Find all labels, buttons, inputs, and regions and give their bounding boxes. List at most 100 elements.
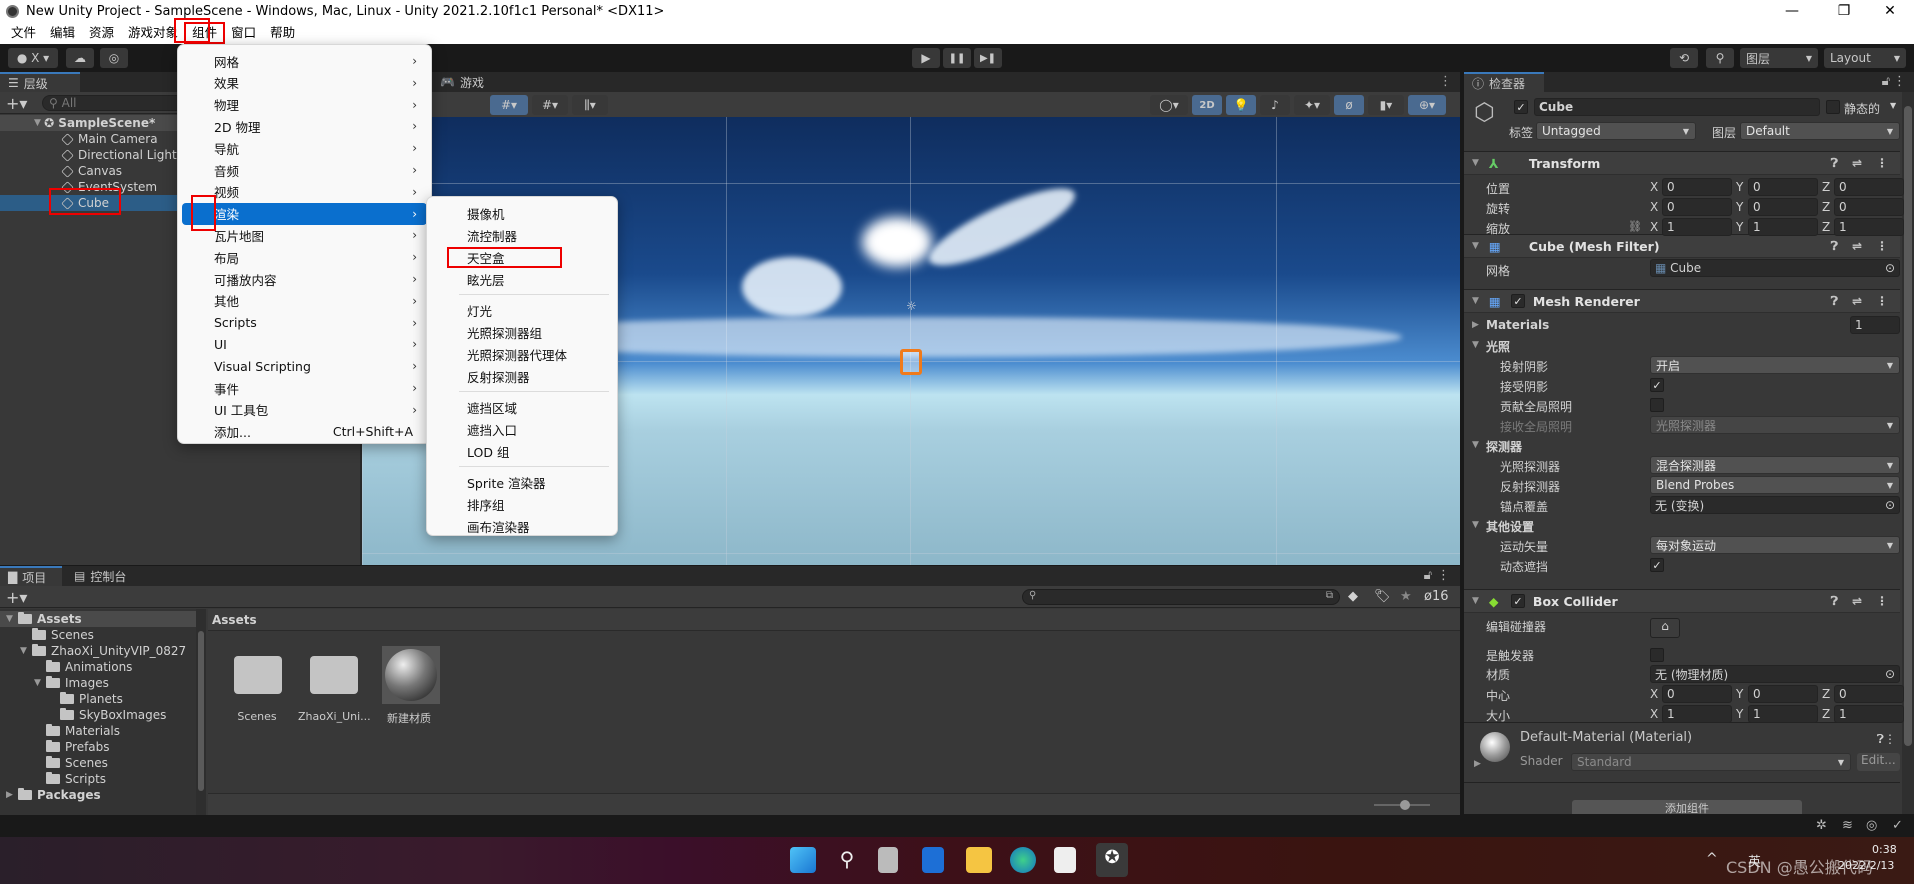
object-picker-icon[interactable]: ⊙: [1885, 261, 1895, 275]
shader-edit-button[interactable]: Edit...: [1857, 753, 1900, 771]
more-icon[interactable]: ⋮: [1876, 156, 1888, 171]
project-tree-item[interactable]: ▼ Assets: [0, 611, 196, 627]
minimize-button[interactable]: —: [1770, 0, 1814, 22]
breadcrumb[interactable]: Assets: [208, 609, 1460, 631]
settings-icon[interactable]: ⇌: [1852, 594, 1862, 609]
position-x-input[interactable]: 0: [1662, 178, 1732, 196]
component-menu-item[interactable]: 事件 ›: [182, 377, 427, 399]
motion-vectors-dropdown[interactable]: 每对象运动: [1650, 536, 1900, 554]
audio-toggle[interactable]: ♪: [1260, 95, 1290, 115]
more-icon[interactable]: ⋮: [1876, 594, 1888, 609]
rotation-y-input[interactable]: 0: [1748, 198, 1818, 216]
center-x-axis-label[interactable]: X: [1650, 687, 1658, 701]
settings-icon[interactable]: ⇌: [1852, 294, 1862, 309]
static-dropdown[interactable]: ▼: [1890, 101, 1896, 110]
effects-toggle[interactable]: ✦▾: [1294, 95, 1330, 115]
expand-arrow-icon[interactable]: ▼: [34, 678, 46, 688]
project-search-input[interactable]: ⚲ ⧉: [1022, 589, 1340, 605]
render-menu-item[interactable]: 光照探测器代理体: [431, 343, 613, 365]
cast-shadows-dropdown[interactable]: 开启: [1650, 356, 1900, 374]
maximize-button[interactable]: ❐: [1822, 0, 1866, 22]
cache-icon[interactable]: ≋: [1842, 818, 1853, 833]
component-menu-item[interactable]: 可播放内容 ›: [182, 268, 427, 290]
component-menu-item[interactable]: 物理 ›: [182, 94, 427, 116]
search-button[interactable]: ⚲: [1706, 48, 1734, 68]
render-menu-item[interactable]: 反射探测器: [431, 365, 613, 387]
materials-count-input[interactable]: 1: [1850, 316, 1900, 334]
status-check-icon[interactable]: ✓: [1892, 818, 1903, 833]
mesh-field[interactable]: ▦ Cube ⊙: [1650, 259, 1900, 277]
position-y-input[interactable]: 0: [1748, 178, 1818, 196]
render-menu-item[interactable]: 排序组: [431, 493, 613, 515]
task-view-icon[interactable]: [878, 847, 898, 873]
project-tree-item[interactable]: ▼ Images: [0, 675, 196, 691]
static-checkbox[interactable]: [1826, 100, 1840, 114]
expand-arrow-icon[interactable]: ▼: [1472, 440, 1479, 450]
project-tree-item[interactable]: Scenes: [0, 755, 196, 771]
component-menu-item[interactable]: 布局 ›: [182, 246, 427, 268]
pause-button[interactable]: ❚❚: [943, 48, 971, 68]
position-x-axis-label[interactable]: X: [1650, 180, 1658, 194]
size-x-input[interactable]: 1: [1662, 705, 1732, 723]
center-x-input[interactable]: 0: [1662, 685, 1732, 703]
auto-gen-lighting-icon[interactable]: ◎: [1866, 818, 1877, 833]
project-tree-item[interactable]: Materials: [0, 723, 196, 739]
start-icon[interactable]: [790, 847, 816, 873]
filter-label-icon[interactable]: 🏷︎: [1374, 589, 1391, 604]
store-icon[interactable]: [1054, 847, 1076, 873]
box-collider-enabled-checkbox[interactable]: ✓: [1510, 594, 1525, 608]
expand-arrow-icon[interactable]: ▼: [6, 614, 18, 624]
camera-toggle[interactable]: ▮▾: [1368, 95, 1404, 115]
expand-arrow-icon[interactable]: ▼: [20, 646, 32, 656]
lighting-section[interactable]: 光照: [1486, 338, 1510, 355]
render-menu-item[interactable]: 天空盒: [431, 246, 613, 268]
object-picker-icon[interactable]: ⊙: [1885, 498, 1895, 512]
rotation-z-input[interactable]: 0: [1834, 198, 1904, 216]
menu-gameobject[interactable]: 游戏对象: [121, 23, 185, 43]
mesh-filter-header[interactable]: ▼ ▦ Cube (Mesh Filter) ❓︎ ⇌ ⋮: [1464, 234, 1900, 258]
cloud-button[interactable]: ☁: [66, 48, 94, 68]
help-icon[interactable]: ❓︎: [1831, 239, 1838, 254]
visibility-toggle[interactable]: ø: [1334, 95, 1364, 115]
history-button[interactable]: ⟲: [1670, 48, 1698, 68]
component-menu-item[interactable]: 音频 ›: [182, 159, 427, 181]
icon-size-slider[interactable]: [1374, 800, 1430, 810]
tab-project[interactable]: ▇ 项目: [0, 566, 62, 586]
constrain-proportions-icon[interactable]: ⛓: [1628, 220, 1642, 233]
position-z-axis-label[interactable]: Z: [1822, 180, 1830, 194]
rotation-z-axis-label[interactable]: Z: [1822, 200, 1830, 214]
center-z-axis-label[interactable]: Z: [1822, 687, 1830, 701]
gizmos-toggle[interactable]: ⊕▾: [1408, 95, 1446, 115]
settings-icon[interactable]: ⇌: [1852, 156, 1862, 171]
layers-dropdown[interactable]: 图层 ▼: [1740, 48, 1818, 68]
align-button[interactable]: ⫼▾: [572, 95, 608, 115]
cube-gizmo[interactable]: [900, 349, 922, 375]
object-picker-icon[interactable]: ⊙: [1885, 667, 1895, 681]
scale-x-input[interactable]: 1: [1662, 218, 1732, 236]
component-menu-item[interactable]: 导航 ›: [182, 137, 427, 159]
rotation-y-axis-label[interactable]: Y: [1736, 200, 1743, 214]
project-tree-item[interactable]: SkyBoxImages: [0, 707, 196, 723]
size-z-input[interactable]: 1: [1834, 705, 1904, 723]
lock-icon[interactable]: 🔓︎: [1424, 568, 1432, 583]
asset-item[interactable]: 新建材质: [374, 644, 444, 725]
scale-z-input[interactable]: 1: [1834, 218, 1904, 236]
render-menu-item[interactable]: 眩光层: [431, 268, 613, 290]
component-menu-item[interactable]: UI 工具包 ›: [182, 399, 427, 421]
scale-x-axis-label[interactable]: X: [1650, 220, 1658, 234]
tab-hierarchy[interactable]: ☰ 层级: [0, 72, 80, 92]
render-menu-item[interactable]: 灯光: [431, 299, 613, 321]
step-button[interactable]: ▶❚: [974, 48, 1002, 68]
filter-type-icon[interactable]: ◆: [1348, 589, 1358, 604]
widgets-icon[interactable]: [922, 847, 944, 873]
mesh-renderer-enabled-checkbox[interactable]: ✓: [1510, 294, 1525, 308]
search-icon[interactable]: ⚲: [834, 847, 860, 873]
scale-y-input[interactable]: 1: [1748, 218, 1818, 236]
component-menu-item[interactable]: Scripts ›: [182, 312, 427, 334]
component-menu-item[interactable]: 瓦片地图 ›: [182, 224, 427, 246]
dynamic-occlusion-checkbox[interactable]: ✓: [1650, 558, 1664, 572]
tab-console[interactable]: ▤ 控制台: [66, 566, 146, 586]
position-y-axis-label[interactable]: Y: [1736, 180, 1743, 194]
component-menu-item[interactable]: 添加... Ctrl+Shift+A: [182, 421, 427, 443]
size-x-axis-label[interactable]: X: [1650, 707, 1658, 721]
